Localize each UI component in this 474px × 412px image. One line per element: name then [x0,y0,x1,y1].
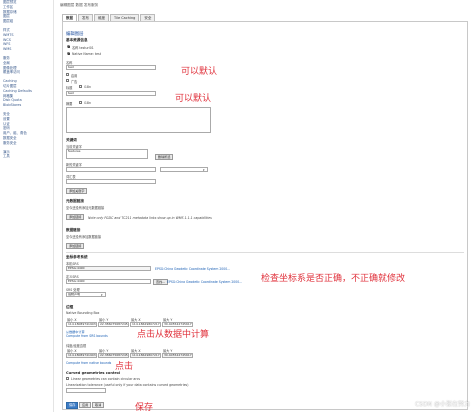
data-links-heading: 数据链接 [66,228,81,232]
native-label: 名称 testurl01 [72,46,94,50]
advertised-checkbox[interactable] [66,79,69,82]
curved-heading: Curved geometries control [66,371,121,375]
annotation-default-2: 可以默认 [175,94,212,104]
annotation-default-1: 可以默认 [181,67,218,77]
add-metadata-link-button[interactable]: 添加链接 [66,214,85,220]
tolerance-label: Linearization tolerance (useful only if … [66,383,189,387]
sidebar: 图层预览 工作区 数据存储 图层 图层组 样式 WMTS WCS WFS WMS 服务 全局 图像处理覆… [0,0,54,412]
title-label: 标题 [66,86,73,90]
enabled-checkbox[interactable] [66,73,69,76]
remove-selected-button[interactable]: 删除所选 [155,154,174,160]
declared-srs-input[interactable]: EPSG:4490 [66,279,151,284]
divider [66,252,464,253]
compute-from-srs-link[interactable]: Compute from SRS bounds [66,334,108,338]
add-data-link-button[interactable]: 添加链接 [66,243,85,249]
native-name: Native Name: test [72,52,101,56]
crs-heading: 坐标参考系统 [66,255,88,259]
latlon-bbox-max-x[interactable]: 114.18629807217 [130,353,161,358]
abstract-textarea[interactable] [66,107,211,133]
native-radio[interactable] [67,45,71,49]
main-content: 编辑图层 数据 发布服务 数据 发布 维度 Tile Caching 安全 编辑… [56,0,474,412]
tab-publishing[interactable]: 发布 [78,14,93,21]
latlon-bbox-min-y[interactable]: 22.386075687245 [98,353,129,358]
apply-button[interactable]: 应用 [79,402,92,408]
watermark: CSDN @小张在努力 [414,401,470,408]
declared-srs-link[interactable]: EPSG:China Geodetic Coordinate System 20… [167,280,242,284]
advertised-label: 广告 [71,80,78,84]
abstract-label: 摘要 [66,102,73,106]
chevron-down-icon: ▾ [203,167,205,172]
tab-data[interactable]: 数据 [62,14,77,21]
breadcrumb: 编辑图层 数据 发布服务 [60,3,99,7]
keywords-list[interactable]: features [66,149,148,159]
abstract-i18n-checkbox[interactable] [79,101,82,104]
save-button[interactable]: 保存 [66,402,79,409]
abstract-i18n-label: i18n [84,101,91,105]
keyword-language-select[interactable] [160,167,208,172]
annotation-compute: 点击从数据中计算 [137,330,210,340]
title-input[interactable]: test [66,91,156,96]
bbox-heading: 边框 [66,305,74,309]
data-links-note: 至今还没有添加数据链接 [66,235,102,239]
srs-handling-select[interactable]: 强制声明 [66,292,106,297]
metadata-links-heading: 元数据链接 [66,199,84,203]
curved-checkbox[interactable] [66,377,69,380]
native-name-radio[interactable] [67,52,71,56]
native-bbox-label: Native Bounding Box [66,311,100,315]
keywords-heading: 关键词 [66,138,77,142]
form-panel: 编辑图层 基本资源信息 名称 testurl01 Native Name: te… [62,21,468,412]
chevron-down-icon: ▾ [101,292,103,297]
native-srs-input[interactable]: EPSG:4490 [66,266,151,271]
native-bbox-min-x[interactable]: 114.18089741903 [66,322,97,327]
metadata-warning: Note only FGDC and TC211 metadata links … [88,215,212,220]
title-i18n-checkbox[interactable] [79,85,82,88]
basic-info-heading: 基本资源信息 [66,38,88,42]
annotation-save: 保存 [135,403,154,412]
cancel-button[interactable]: 取消 [92,402,105,408]
sidebar-item[interactable]: 工具 [0,154,53,159]
annotation-check-crs: 检查坐标系是否正确，不正确就修改 [261,274,406,284]
tab-dimensions[interactable]: 维度 [94,14,109,21]
native-srs-link[interactable]: EPSG:China Geodetic Coordinate System 20… [155,267,230,271]
curved-checkbox-label: Linear geometries can contain circular a… [71,377,141,381]
latlon-bbox-min-x[interactable]: 114.18089741903 [66,353,97,358]
tolerance-input[interactable] [66,388,106,393]
tab-bar: 数据 发布 维度 Tile Caching 安全 [62,14,156,21]
name-input[interactable]: test [66,65,156,70]
vocabulary-input[interactable] [66,179,156,184]
latlon-bbox-max-y[interactable]: 30.405542745617 [162,353,193,358]
find-srs-button[interactable]: 查找... [153,278,169,285]
tab-tile-caching[interactable]: Tile Caching [110,14,140,21]
enabled-label: 启用 [71,74,78,78]
compute-from-native-link[interactable]: Compute from native bounds [66,361,111,365]
edit-layer-heading: 编辑图层 [66,32,84,37]
tab-security[interactable]: 安全 [140,14,156,21]
native-bbox-min-y[interactable]: 22.386075687245 [98,322,129,327]
metadata-note: 至今还没有添加元数据链接 [66,206,105,210]
add-keyword-button[interactable]: 添加关键字 [66,188,88,194]
new-keyword-input[interactable] [66,167,156,172]
title-i18n-label: i18n [84,85,91,89]
